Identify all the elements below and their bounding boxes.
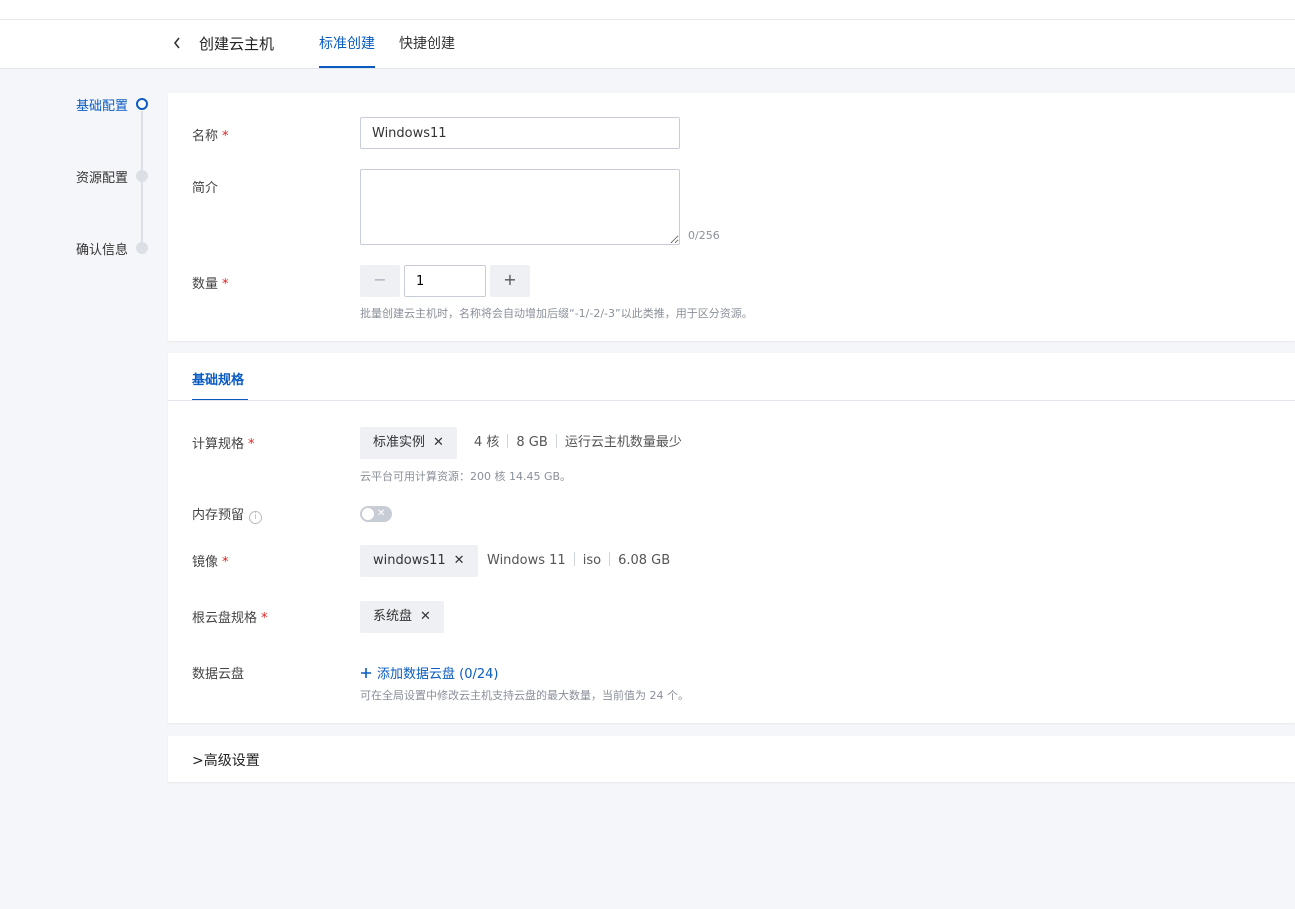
top-strip: [0, 0, 1295, 20]
step-resource-config[interactable]: 资源配置: [0, 165, 160, 186]
chip-label: 系统盘: [373, 609, 413, 624]
image-details: Windows 11 iso 6.08 GB: [487, 545, 670, 577]
step-dot: [136, 170, 148, 182]
compute-resource-hint: 云平台可用计算资源：200 核 14.45 GB。: [360, 470, 572, 483]
page-header: 创建云主机 标准创建 快捷创建: [0, 20, 1295, 69]
image-format: iso: [582, 553, 602, 568]
step-dot-active: [136, 98, 148, 110]
plus-icon: [361, 668, 371, 678]
quantity-increment-button[interactable]: +: [490, 265, 530, 297]
image-label: 镜像 *: [192, 555, 229, 570]
name-label: 名称 *: [192, 129, 229, 144]
cpu-cores: 4 核: [474, 435, 500, 450]
chip-label: 标准实例: [373, 435, 426, 450]
step-label: 基础配置: [75, 99, 128, 114]
quantity-decrement-button[interactable]: −: [360, 265, 400, 297]
advanced-settings-card: >高级设置: [168, 736, 1295, 782]
quantity-hint: 批量创建云主机时，名称将会自动增加后缀“-1/-2/-3”以此类推，用于区分资源…: [360, 307, 753, 320]
quantity-label: 数量 *: [192, 277, 229, 292]
data-disk-hint: 可在全局设置中修改云主机支持云盘的最大数量，当前值为 24 个。: [360, 689, 689, 702]
image-size: 6.08 GB: [618, 553, 671, 568]
memory-reserve-toggle[interactable]: ✕: [360, 506, 392, 522]
step-label: 确认信息: [75, 243, 128, 258]
add-data-disk-link[interactable]: 添加数据云盘 (0/24): [360, 663, 498, 682]
chip-label: windows11: [373, 553, 446, 568]
compute-spec-details: 4 核 8 GB 运行云主机数量最少: [474, 427, 682, 459]
root-disk-label: 根云盘规格 *: [192, 611, 268, 626]
info-icon[interactable]: i: [249, 511, 263, 524]
root-disk-chip[interactable]: 系统盘 ✕: [360, 601, 444, 633]
tab-standard-create[interactable]: 标准创建: [319, 34, 375, 54]
step-basic-config[interactable]: 基础配置: [0, 93, 160, 114]
basic-spec-card: 基础规格 计算规格 * 标准实例 ✕ 4 核 8 GB 运行云主机数量最少 云平台可用计…: [168, 353, 1295, 723]
basic-info-card: 名称* 简介 0/256 数量* − + 批量创建云主机时，名称将会自动增加后缀…: [168, 93, 1295, 341]
toggle-knob: [362, 508, 374, 520]
description-label: 简介: [192, 181, 219, 196]
compute-spec-label: 计算规格 *: [192, 437, 255, 452]
close-icon[interactable]: ✕: [454, 553, 465, 568]
page-title: 创建云主机: [199, 35, 275, 53]
tab-quick-create[interactable]: 快捷创建: [399, 34, 455, 54]
description-counter: 0/256: [688, 229, 720, 242]
active-tab-indicator: [319, 66, 375, 68]
memory-size: 8 GB: [516, 435, 548, 450]
close-icon[interactable]: ✕: [420, 609, 431, 624]
quantity-input[interactable]: [404, 265, 486, 297]
image-os: Windows 11: [487, 553, 566, 568]
step-label: 资源配置: [75, 171, 128, 186]
data-disk-label: 数据云盘: [192, 667, 245, 682]
close-icon[interactable]: ✕: [433, 435, 444, 450]
step-dot: [136, 242, 148, 254]
section-divider: [168, 400, 1295, 401]
section-title-basic-spec[interactable]: 基础规格: [192, 369, 244, 388]
image-chip[interactable]: windows11 ✕: [360, 545, 478, 577]
name-input[interactable]: [360, 117, 680, 149]
step-confirm-info[interactable]: 确认信息: [0, 237, 160, 258]
advanced-settings-toggle[interactable]: >高级设置: [192, 750, 260, 770]
step-indicator: 基础配置 资源配置 确认信息: [0, 93, 160, 263]
compute-spec-chip[interactable]: 标准实例 ✕: [360, 427, 457, 459]
description-textarea[interactable]: [360, 169, 680, 245]
toggle-off-icon: ✕: [377, 508, 386, 519]
placement-strategy: 运行云主机数量最少: [564, 435, 682, 450]
chevron-right-icon: >: [192, 753, 204, 769]
memory-reserve-label: 内存预留 i: [192, 504, 263, 524]
chevron-left-icon[interactable]: [172, 34, 186, 52]
